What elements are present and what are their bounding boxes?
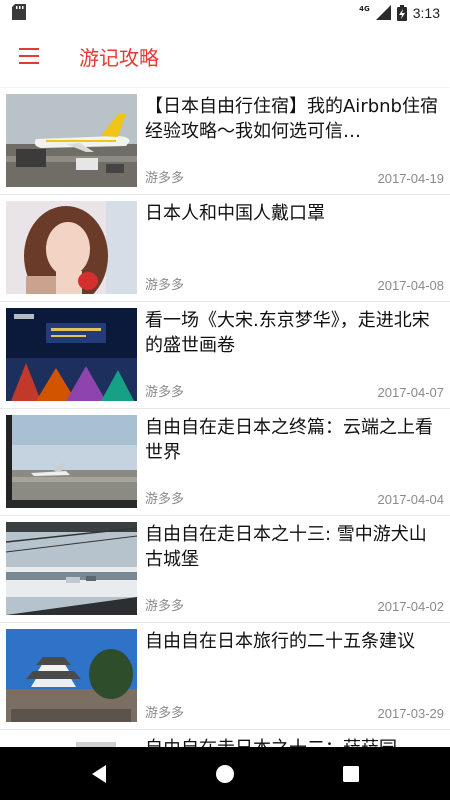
status-time: 3:13	[412, 4, 440, 21]
article-thumbnail	[6, 415, 137, 508]
recents-icon[interactable]	[338, 761, 364, 787]
status-bar: 4G 3:13	[0, 0, 450, 25]
article-author: 游多多	[145, 492, 185, 507]
app-bar: 游记攻略	[0, 25, 450, 87]
article-title: 看一场《大宋.东京梦华》，走进北宋的盛世画卷	[145, 310, 430, 356]
page-title: 游记攻略	[79, 46, 159, 70]
signal-icon	[375, 5, 391, 20]
article-date: 2017-04-08	[377, 278, 445, 293]
list-item[interactable]: 自由自在走日本之十二：菈菈园	[0, 730, 450, 747]
list-item[interactable]: 【日本自由行住宿】我的Airbnb住宿经验攻略～我如何选可信… 游多多 2017…	[0, 88, 450, 195]
article-date: 2017-04-04	[377, 492, 445, 507]
article-title: 自由自在走日本之终篇：云端之上看世界	[145, 417, 433, 463]
back-icon[interactable]	[86, 761, 112, 787]
list-item[interactable]: 看一场《大宋.东京梦华》，走进北宋的盛世画卷 游多多 2017-04-07	[0, 302, 450, 409]
article-title: 自由自在日本旅行的二十五条建议	[145, 631, 415, 652]
list-item[interactable]: 自由自在走日本之终篇：云端之上看世界 游多多 2017-04-04	[0, 409, 450, 516]
article-thumbnail	[6, 201, 137, 294]
menu-icon[interactable]	[14, 43, 44, 69]
article-title: 日本人和中国人戴口罩	[145, 203, 325, 224]
article-thumbnail	[6, 94, 137, 187]
home-icon[interactable]	[212, 761, 238, 787]
article-title: 自由自在走日本之十三: 雪中游犬山古城堡	[145, 524, 427, 570]
article-date: 2017-04-02	[377, 599, 445, 614]
article-thumbnail	[6, 629, 137, 722]
article-author: 游多多	[145, 599, 185, 614]
system-navigation-bar	[0, 747, 450, 800]
article-thumbnail	[6, 736, 137, 747]
article-date: 2017-04-07	[377, 385, 445, 400]
list-item[interactable]: 日本人和中国人戴口罩 游多多 2017-04-08	[0, 195, 450, 302]
article-title: 【日本自由行住宿】我的Airbnb住宿经验攻略～我如何选可信…	[145, 96, 438, 142]
article-list[interactable]: 【日本自由行住宿】我的Airbnb住宿经验攻略～我如何选可信… 游多多 2017…	[0, 88, 450, 747]
article-date: 2017-04-19	[377, 171, 445, 186]
article-title: 自由自在走日本之十二：菈菈园	[145, 736, 440, 747]
article-author: 游多多	[145, 278, 185, 293]
article-author: 游多多	[145, 706, 185, 721]
article-thumbnail	[6, 522, 137, 615]
article-thumbnail	[6, 308, 137, 401]
battery-charging-icon	[396, 4, 407, 21]
article-date: 2017-03-29	[377, 706, 445, 721]
network-type: 4G	[359, 4, 370, 13]
list-item[interactable]: 自由自在走日本之十三: 雪中游犬山古城堡 游多多 2017-04-02	[0, 516, 450, 623]
list-item[interactable]: 自由自在日本旅行的二十五条建议 游多多 2017-03-29	[0, 623, 450, 730]
sd-card-icon	[12, 4, 26, 20]
article-author: 游多多	[145, 171, 185, 186]
article-author: 游多多	[145, 385, 185, 400]
